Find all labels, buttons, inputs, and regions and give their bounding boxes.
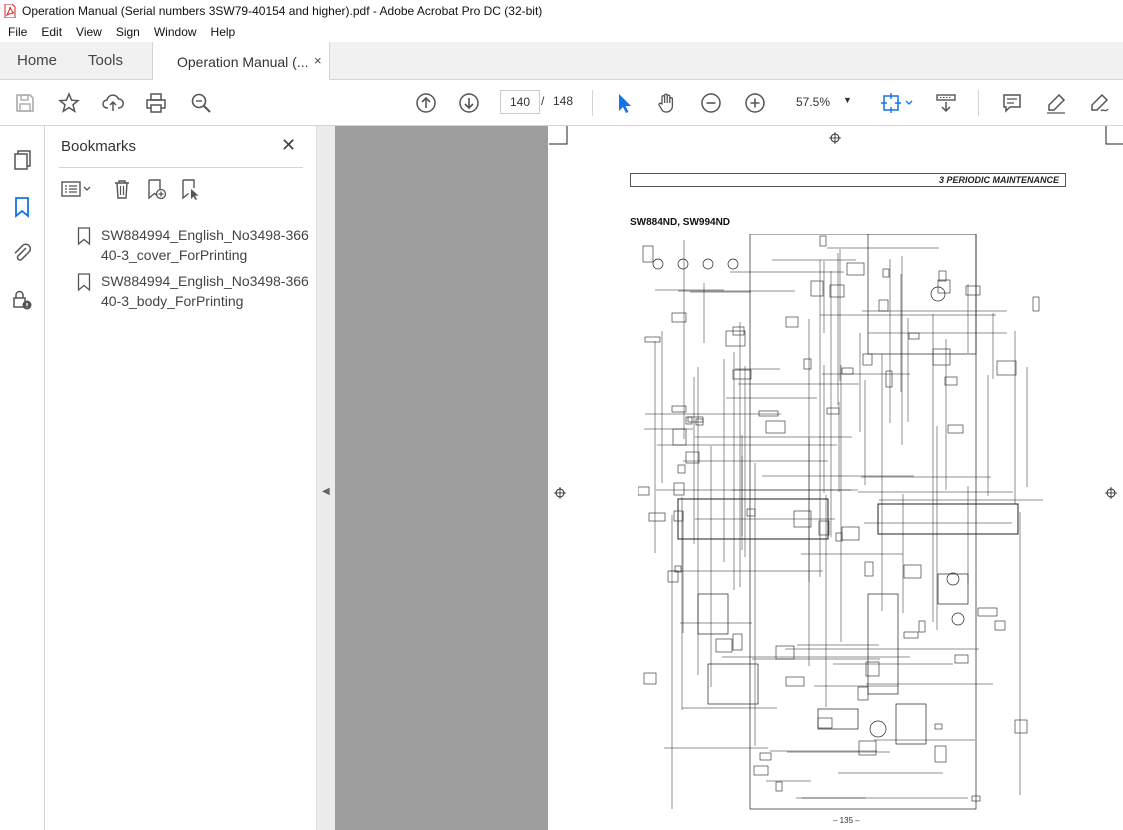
bookmark-item[interactable]: SW884994_English_No3498-36640-3_cover_Fo… (77, 225, 309, 269)
tab-home[interactable]: Home (17, 52, 57, 69)
bookmarks-panel-icon[interactable] (10, 195, 34, 219)
zoom-out-icon[interactable] (698, 90, 724, 116)
scroll-mode-icon[interactable] (933, 90, 959, 116)
bookmark-icon (77, 227, 91, 245)
toolbar-divider (978, 90, 979, 116)
lock-icon[interactable] (10, 288, 34, 312)
window-title: Operation Manual (Serial numbers 3SW79-4… (22, 4, 543, 18)
tab-tools[interactable]: Tools (88, 52, 123, 69)
cursor-icon[interactable] (611, 90, 637, 116)
sign-icon[interactable] (1087, 90, 1113, 116)
chevron-down-icon: ▼ (843, 95, 852, 105)
tab-close-icon[interactable]: × (314, 53, 322, 68)
bookmark-search-icon[interactable] (177, 176, 203, 202)
bookmarks-title: Bookmarks (61, 138, 137, 155)
bookmark-options-icon[interactable] (59, 176, 95, 202)
page-number-input[interactable]: 140 (500, 90, 540, 114)
menu-file[interactable]: File (8, 25, 27, 39)
print-icon[interactable] (143, 90, 169, 116)
page-down-icon[interactable] (456, 90, 482, 116)
left-rail (0, 126, 45, 830)
star-icon[interactable] (56, 90, 82, 116)
menu-sign[interactable]: Sign (116, 25, 140, 39)
fit-page-icon[interactable] (877, 90, 917, 116)
hand-icon[interactable] (654, 90, 680, 116)
menu-view[interactable]: View (76, 25, 102, 39)
zoom-search-icon[interactable] (188, 90, 214, 116)
page-total: 148 (553, 94, 574, 108)
wiring-diagram (638, 234, 1043, 810)
document-viewer[interactable]: 3 PERIODIC MAINTENANCE SW884ND, SW994ND (335, 126, 1123, 830)
pages-icon[interactable] (10, 148, 34, 172)
divider (59, 167, 303, 168)
tab-document-label: Operation Manual (... (177, 54, 309, 70)
collapse-arrow-icon[interactable]: ◀ (322, 486, 330, 497)
zoom-dropdown[interactable]: 57.5% ▼ (787, 90, 859, 114)
zoom-in-icon[interactable] (742, 90, 768, 116)
new-bookmark-icon[interactable] (143, 176, 169, 202)
pdf-page: 3 PERIODIC MAINTENANCE SW884ND, SW994ND (548, 126, 1123, 830)
menu-help[interactable]: Help (211, 25, 236, 39)
bookmarks-panel: Bookmarks ✕ SW884994_English_No3498-3664… (45, 126, 317, 830)
panel-splitter[interactable]: ◀ (317, 126, 335, 830)
page-footer-number: – 135 – (833, 816, 860, 825)
tab-document[interactable]: Operation Manual (... × (152, 42, 330, 80)
registration-mark-icon (554, 487, 566, 499)
close-icon[interactable]: ✕ (281, 135, 296, 156)
highlight-icon[interactable] (1043, 90, 1069, 116)
bookmark-icon (77, 273, 91, 291)
cloud-upload-icon[interactable] (100, 90, 126, 116)
bookmark-item[interactable]: SW884994_English_No3498-36640-3_body_For… (77, 271, 309, 315)
registration-mark-icon (829, 132, 841, 144)
toolbar-divider (592, 90, 593, 116)
title-bar: Operation Manual (Serial numbers 3SW79-4… (0, 0, 1123, 22)
comment-icon[interactable] (999, 90, 1025, 116)
pdf-app-icon (4, 4, 16, 18)
save-icon[interactable] (12, 90, 38, 116)
menu-window[interactable]: Window (154, 25, 197, 39)
bookmark-label: SW884994_English_No3498-36640-3_cover_Fo… (101, 227, 309, 263)
diagram-title: SW884ND, SW994ND (630, 217, 731, 228)
page-up-icon[interactable] (413, 90, 439, 116)
tab-bar: Home Tools Operation Manual (... × (0, 42, 1123, 80)
bookmark-label: SW884994_English_No3498-36640-3_body_For… (101, 273, 309, 309)
menu-edit[interactable]: Edit (41, 25, 62, 39)
registration-mark-icon (1105, 487, 1117, 499)
menu-bar: File Edit View Sign Window Help (0, 22, 1123, 42)
page-separator: / (541, 94, 545, 108)
delete-icon[interactable] (109, 176, 135, 202)
attachment-icon[interactable] (10, 241, 34, 265)
zoom-value: 57.5% (796, 95, 831, 109)
bookmarks-toolbar (59, 176, 303, 204)
section-header: 3 PERIODIC MAINTENANCE (630, 173, 1066, 187)
